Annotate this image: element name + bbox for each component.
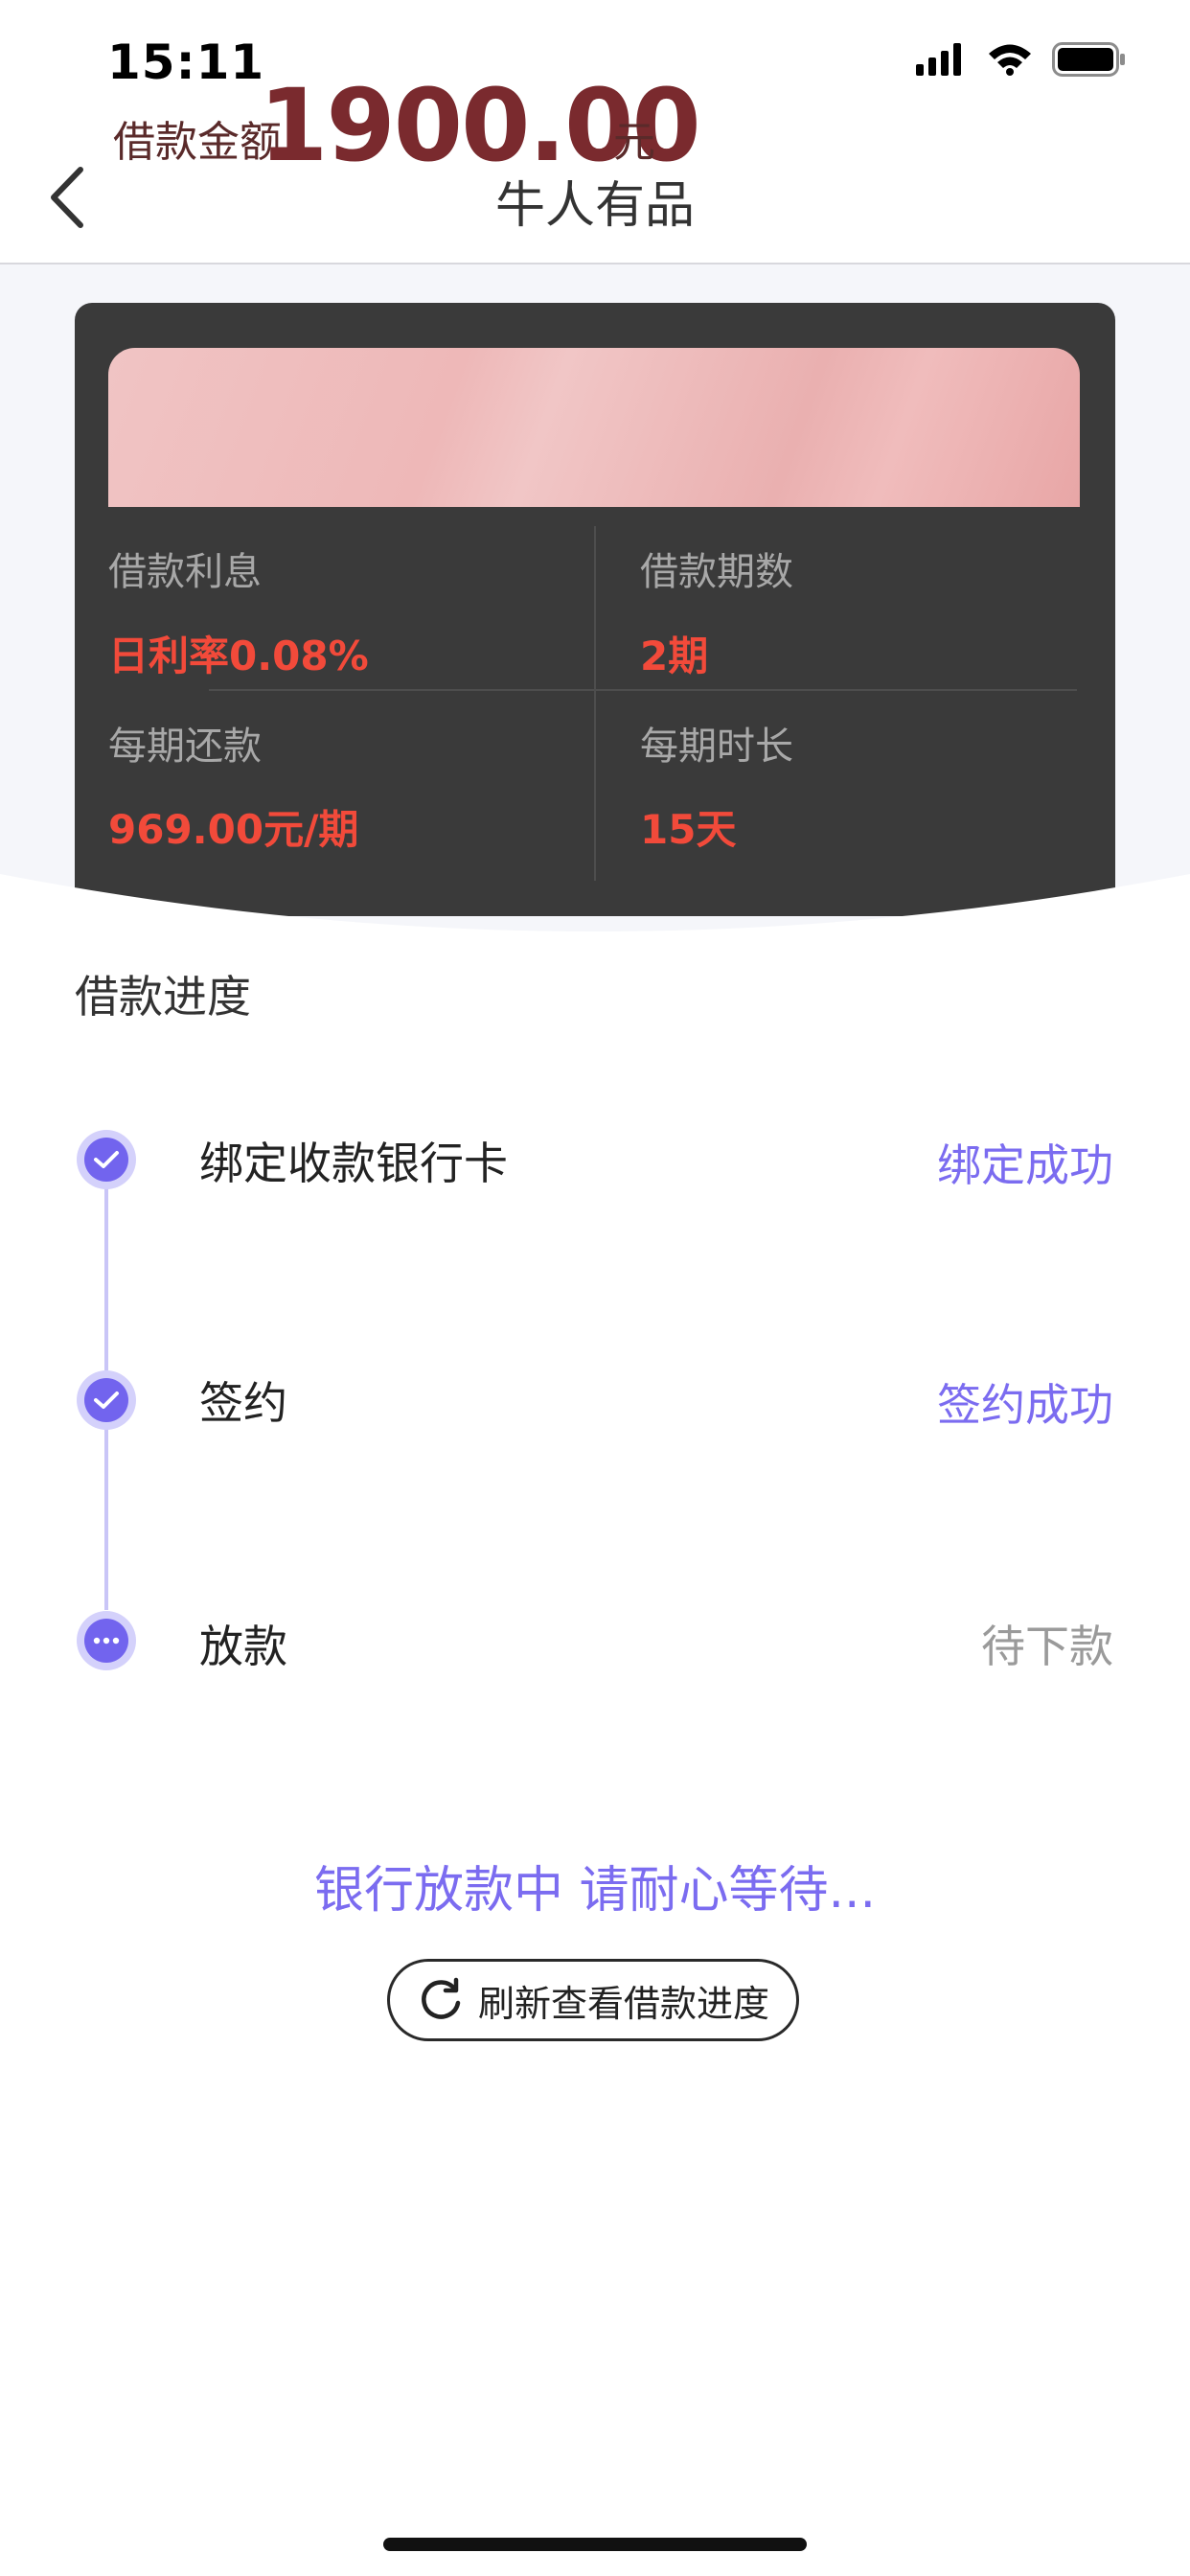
step-name: 签约 — [199, 1377, 287, 1429]
signal-icon — [916, 43, 961, 76]
refresh-icon — [422, 1977, 461, 2019]
status-time: 15:11 — [107, 34, 265, 90]
step-status: 绑定成功 — [937, 1139, 1113, 1191]
step-connector — [104, 1188, 108, 1370]
step-dot-pending — [77, 1611, 136, 1670]
curved-divider — [0, 874, 1190, 949]
refresh-progress-button[interactable]: 刷新查看借款进度 — [387, 1959, 799, 2041]
step-dot-done — [77, 1370, 136, 1430]
waiting-message: 银行放款中 请耐心等待... — [313, 1862, 877, 1920]
wifi-icon — [989, 44, 1031, 76]
interest-value: 日利率0.08% — [108, 632, 369, 679]
home-indicator — [383, 2538, 807, 2551]
step-dot-done — [77, 1130, 136, 1189]
periods-value: 2期 — [640, 632, 709, 679]
step-connector — [104, 1428, 108, 1610]
step-name: 绑定收款银行卡 — [199, 1138, 508, 1189]
periods-label: 借款期数 — [640, 550, 793, 594]
grid-divider-vertical — [594, 526, 596, 881]
more-dots-icon — [93, 1637, 120, 1644]
amount-label: 借款金额 — [113, 118, 282, 167]
grid-divider-horizontal — [209, 689, 1077, 691]
loan-summary-card: 借款利息 日利率0.08% 借款期数 2期 每期还款 969.00元/期 每期时… — [75, 303, 1115, 916]
progress-section-title: 借款进度 — [75, 971, 251, 1023]
check-icon — [94, 1392, 119, 1409]
refresh-button-label: 刷新查看借款进度 — [477, 1982, 769, 2025]
amount-unit: 元 — [613, 118, 655, 167]
battery-icon — [1052, 42, 1125, 77]
interest-label: 借款利息 — [108, 550, 262, 594]
step-status: 签约成功 — [937, 1379, 1113, 1431]
step-name: 放款 — [199, 1621, 287, 1672]
duration-label: 每期时长 — [640, 724, 793, 769]
amount-banner — [108, 348, 1080, 507]
step-status: 待下款 — [981, 1621, 1113, 1672]
repayment-label: 每期还款 — [108, 724, 262, 769]
check-icon — [94, 1151, 119, 1168]
status-icons — [916, 42, 1127, 77]
